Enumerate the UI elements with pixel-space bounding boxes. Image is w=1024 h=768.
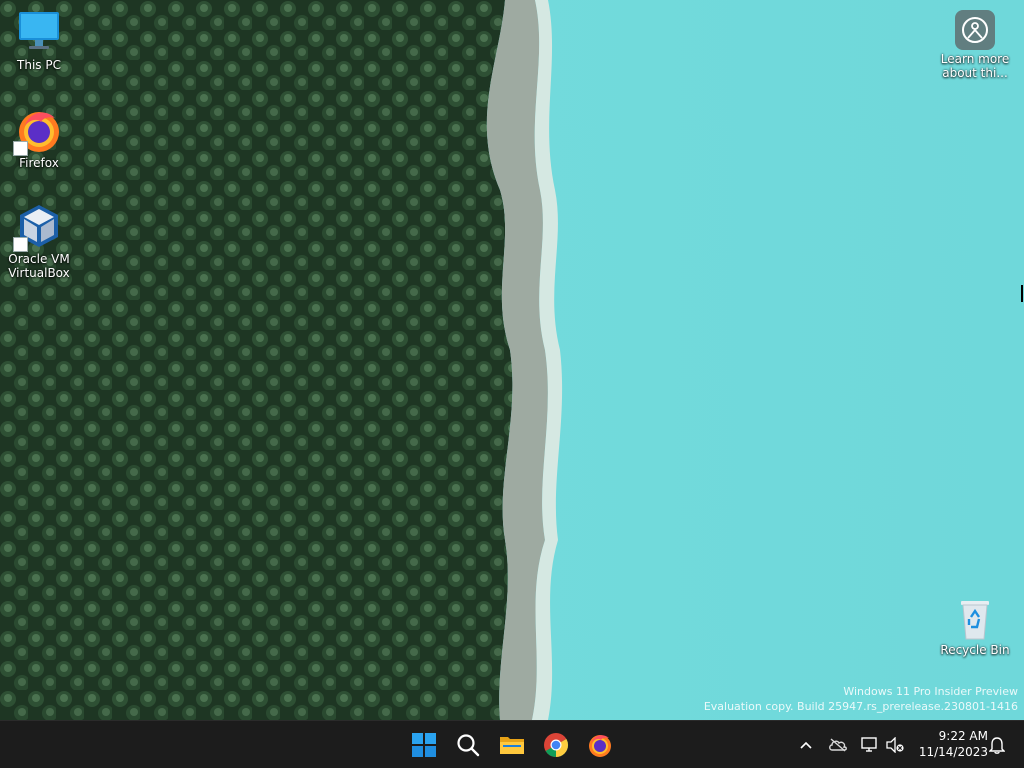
notifications-button[interactable] <box>986 733 1008 757</box>
wallpaper <box>0 0 1024 720</box>
volume-muted-icon <box>886 737 904 753</box>
desktop-icon-label-line2: VirtualBox <box>8 266 70 280</box>
taskbar: 9:22 AM 11/14/2023 <box>0 720 1024 768</box>
watermark-line2: Evaluation copy. Build 25947.rs_prerelea… <box>703 700 1018 713</box>
chevron-up-icon <box>800 741 812 749</box>
desktop-icon-label-line2: about thi... <box>942 66 1008 80</box>
desktop-icon-label: Recycle Bin <box>940 643 1010 657</box>
mouse-cursor <box>1021 285 1023 302</box>
start-button[interactable] <box>404 725 444 765</box>
network-button[interactable] <box>859 733 881 757</box>
virtualbox-icon <box>13 202 63 252</box>
chrome-icon <box>544 733 569 757</box>
watermark-line1: Windows 11 Pro Insider Preview <box>843 685 1018 698</box>
search-button[interactable] <box>448 725 488 765</box>
desktop-icon-label-line1: Oracle VM <box>8 252 70 266</box>
clock-button[interactable]: 9:22 AM 11/14/2023 <box>912 728 988 760</box>
windows-start-icon <box>412 733 436 757</box>
chrome-button[interactable] <box>536 725 576 765</box>
firefox-icon <box>589 735 611 757</box>
onedrive-offline-icon <box>829 738 847 752</box>
desktop[interactable]: This PC Firefox Oracle VM VirtualBox Lea… <box>0 0 1024 720</box>
notifications-bell-icon <box>989 737 1005 754</box>
desktop-icon-this-pc[interactable]: This PC <box>1 8 77 72</box>
clock-date: 11/14/2023 <box>918 745 988 759</box>
file-explorer-button[interactable] <box>492 725 532 765</box>
recycle-bin-icon <box>953 597 997 641</box>
show-hidden-icons-button[interactable] <box>795 733 817 757</box>
desktop-icon-label-line1: Learn more <box>940 52 1010 66</box>
evaluation-watermark: Windows 11 Pro Insider Preview Evaluatio… <box>704 684 1018 714</box>
search-icon <box>457 734 480 757</box>
firefox-icon <box>13 106 63 156</box>
desktop-icon-firefox[interactable]: Firefox <box>1 106 77 170</box>
firefox-taskbar-button[interactable] <box>580 725 620 765</box>
clock-time: 9:22 AM <box>938 729 988 743</box>
network-icon <box>861 737 877 752</box>
desktop-icon-label: Firefox <box>19 156 59 170</box>
monitor-icon <box>15 8 63 56</box>
desktop-icon-recycle-bin[interactable]: Recycle Bin <box>937 597 1013 657</box>
shortcut-arrow-icon <box>13 237 28 252</box>
onedrive-button[interactable] <box>827 733 849 757</box>
spotlight-icon <box>955 10 995 50</box>
folder-icon <box>500 737 524 754</box>
volume-button[interactable] <box>884 733 906 757</box>
desktop-icon-label: This PC <box>17 58 61 72</box>
desktop-icon-learn-more[interactable]: Learn more about thi... <box>937 10 1013 80</box>
shortcut-arrow-icon <box>13 141 28 156</box>
desktop-icon-virtualbox[interactable]: Oracle VM VirtualBox <box>1 202 77 280</box>
